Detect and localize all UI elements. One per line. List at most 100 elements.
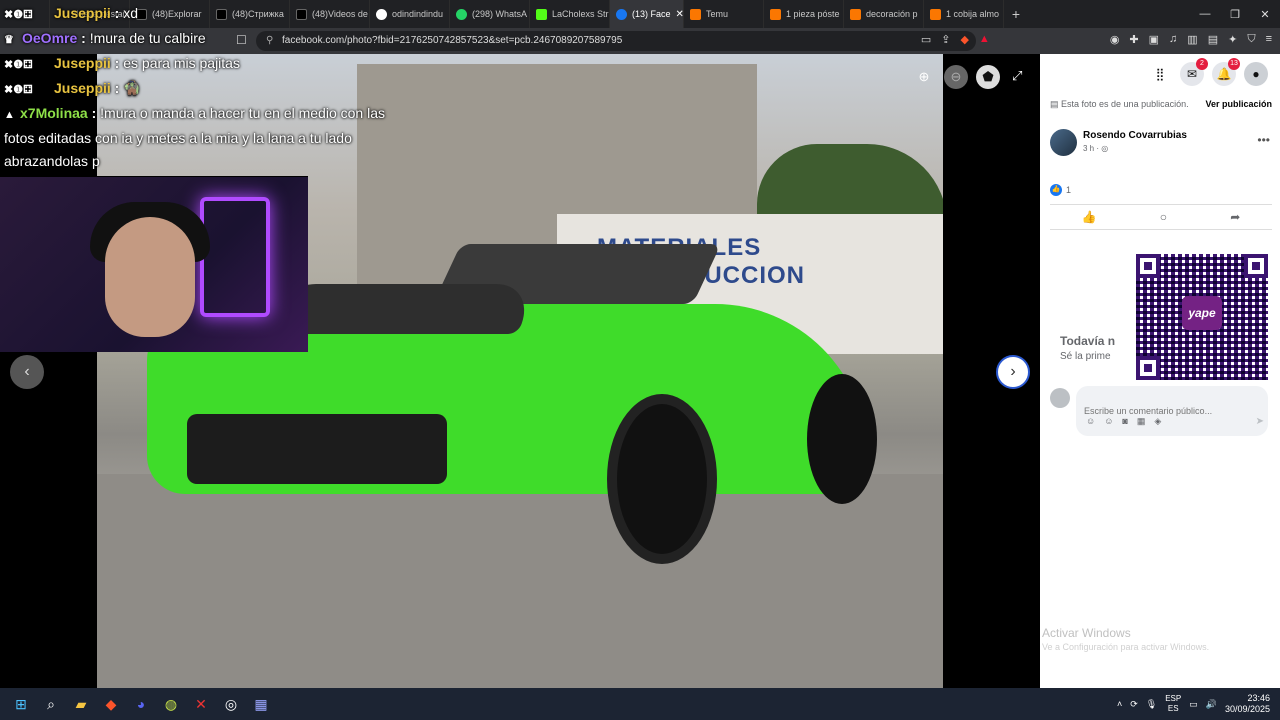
globe-icon: ◎ <box>1101 144 1109 153</box>
chat-message: ✖❶⚃ Juseppii : xd <box>0 2 410 27</box>
browser-tab[interactable]: (298) WhatsA <box>450 0 530 28</box>
app-icon[interactable]: ▦ <box>246 689 276 719</box>
neon-light <box>200 197 270 317</box>
chat-badges: ✖❶⚃ <box>4 84 33 96</box>
notifications-icon[interactable]: 🔔 13 <box>1212 58 1240 86</box>
browser-tab[interactable]: LaCholexs Str <box>530 0 610 28</box>
temu-icon <box>930 8 941 20</box>
post-timestamp[interactable]: 3 h · ◎ <box>1083 144 1108 153</box>
language-indicator[interactable]: ESP ES <box>1165 694 1181 714</box>
camera-icon[interactable]: ◙ <box>1122 416 1127 427</box>
zoom-in-icon[interactable]: ⊕ <box>912 65 936 89</box>
sticker-icon[interactable]: ◈ <box>1154 416 1161 427</box>
brave-rewards-icon[interactable]: ▲ <box>979 33 990 46</box>
media-icon[interactable]: ♫ <box>1169 33 1177 46</box>
windows-start-icon[interactable]: ⊞ <box>6 689 36 719</box>
volume-icon[interactable]: 🔊 <box>1206 699 1217 710</box>
file-explorer-icon[interactable]: ▰ <box>66 689 96 719</box>
close-tab-icon[interactable]: ✕ <box>676 9 683 20</box>
streamer-face <box>105 217 195 337</box>
install-app-icon[interactable]: ▭ <box>921 33 931 46</box>
next-photo-button[interactable]: › <box>996 355 1030 389</box>
browser-tab-active[interactable]: (13) Face ✕ <box>610 0 684 28</box>
reactions-summary[interactable]: 👍 1 <box>1050 184 1071 196</box>
new-tab-button[interactable]: + <box>1004 6 1028 22</box>
vpn-icon[interactable]: ⛉ <box>1247 33 1255 46</box>
more-options-icon[interactable]: ••• <box>1257 133 1270 147</box>
browser-tab[interactable]: 1 cobija almo <box>924 0 1004 28</box>
messenger-badge: 2 <box>1196 58 1208 70</box>
streamer-webcam <box>0 176 308 352</box>
browser-tab[interactable]: decoración p <box>844 0 924 28</box>
commenter-avatar <box>1050 388 1070 408</box>
send-icon[interactable]: ➤ <box>1256 416 1264 427</box>
maximize-button[interactable]: ❐ <box>1220 8 1250 21</box>
network-icon[interactable]: ▭ <box>1189 699 1198 710</box>
menu-icon[interactable]: ≡ <box>1266 33 1272 46</box>
screen: { "browser": { "tabs": [ {"label": "Nuev… <box>0 0 1280 720</box>
facebook-top-bar: ⣿ ✉ 2 🔔 13 ● <box>1040 54 1280 94</box>
browser-toolbar-icons: ▭ ⇪ ◆ ▲ ◉ ✚ ▣ ♫ ▥ ▤ ✦ ⛉ ≡ <box>921 33 1272 46</box>
temu-icon <box>850 8 861 20</box>
messenger-icon[interactable]: ✉ 2 <box>1180 58 1208 86</box>
tray-app-icon[interactable]: ⟳ <box>1130 699 1138 710</box>
chat-badges: ✖❶⚃ <box>4 59 33 71</box>
yape-logo: yape <box>1182 296 1222 330</box>
microphone-icon[interactable]: 🎙 <box>1146 699 1157 710</box>
windows-taskbar: ⊞ ⌕ ▰ ◆ ◕ ◍ ✕ ◎ ▦ ˄ ⟳ 🎙 ESP ES ▭ 🔊 23:46 3… <box>0 688 1280 720</box>
whatsapp-icon <box>456 8 467 20</box>
discord-icon[interactable]: ◕ <box>126 689 156 719</box>
clock[interactable]: 23:46 30/09/2025 <box>1225 693 1270 715</box>
browser-tab[interactable]: Temu <box>684 0 764 28</box>
menu-grid-icon[interactable]: ⣿ <box>1148 62 1172 86</box>
gif-icon[interactable]: ▦ <box>1137 416 1146 427</box>
emoji-icon[interactable]: ☺ <box>1104 416 1113 427</box>
brave-browser-icon[interactable]: ◆ <box>96 689 126 719</box>
sidebar-icon[interactable]: ▥ <box>1187 33 1197 46</box>
facebook-icon <box>616 8 627 20</box>
puzzle-icon[interactable]: ✚ <box>1129 33 1138 46</box>
comment-tools: ☺ ☺ ◙ ▦ ◈ <box>1086 416 1161 427</box>
comment-input[interactable] <box>1076 386 1268 436</box>
chat-message: ♛ OeOmre : !mura de tu calbire <box>0 27 410 52</box>
screenshot-icon[interactable]: ▣ <box>1149 33 1159 46</box>
yape-qr-code-overlay: yape <box>1136 254 1268 380</box>
note-icon: ▤ <box>1050 99 1062 109</box>
tray-overflow-icon[interactable]: ˄ <box>1117 699 1122 709</box>
kick-icon <box>536 8 547 20</box>
chat-message: ✖❶⚃ Juseppii : 🧌 <box>0 77 410 102</box>
system-tray: ˄ ⟳ 🎙 ESP ES ▭ 🔊 23:46 30/09/2025 <box>1117 688 1270 720</box>
share-button-icon[interactable]: ➦ <box>1230 210 1240 224</box>
post-note: ▤ Esta foto es de una publicación. Ver p… <box>1050 99 1272 109</box>
poster-name[interactable]: Rosendo Covarrubias <box>1083 130 1187 141</box>
brave-shields-icon[interactable]: ◆ <box>960 33 968 46</box>
extension-icon[interactable]: ◉ <box>1110 33 1120 46</box>
comment-button-icon[interactable]: ○ <box>1160 210 1167 224</box>
search-icon[interactable]: ⌕ <box>36 689 66 719</box>
browser-tab[interactable]: 1 pieza póste <box>764 0 844 28</box>
chat-message: ✖❶⚃ Juseppii : es para mis pajitas <box>0 52 410 77</box>
profile-avatar[interactable]: ● <box>1244 62 1268 86</box>
obs-icon[interactable]: ◎ <box>216 689 246 719</box>
view-post-link[interactable]: Ver publicación <box>1205 99 1272 109</box>
chat-badges: ▲ <box>4 109 15 121</box>
tag-icon[interactable]: ⬟ <box>976 65 1000 89</box>
leo-ai-icon[interactable]: ✦ <box>1228 33 1237 46</box>
zoom-out-icon[interactable]: ⊖ <box>944 65 968 89</box>
avatar-sticker-icon[interactable]: ☺ <box>1086 416 1095 427</box>
capcut-icon[interactable]: ✕ <box>186 689 216 719</box>
chat-badges: ♛ <box>4 34 14 46</box>
fullscreen-icon[interactable]: ⤢ <box>1012 68 1022 84</box>
close-window-button[interactable]: ✕ <box>1250 8 1280 21</box>
poster-avatar[interactable] <box>1050 129 1077 156</box>
wallet-icon[interactable]: ▤ <box>1208 33 1218 46</box>
chat-badges: ✖❶⚃ <box>4 9 33 21</box>
like-button-icon[interactable]: 👍 <box>1082 210 1097 224</box>
previous-photo-button[interactable]: ‹ <box>10 355 44 389</box>
app-icon[interactable]: ◍ <box>156 689 186 719</box>
minimize-button[interactable]: — <box>1190 8 1220 20</box>
chat-message: ▲ x7Molinaa : !mura o manda a hacer tu en… <box>4 105 385 169</box>
notifications-badge: 13 <box>1228 58 1240 70</box>
share-icon[interactable]: ⇪ <box>941 33 950 46</box>
temu-icon <box>690 8 701 20</box>
